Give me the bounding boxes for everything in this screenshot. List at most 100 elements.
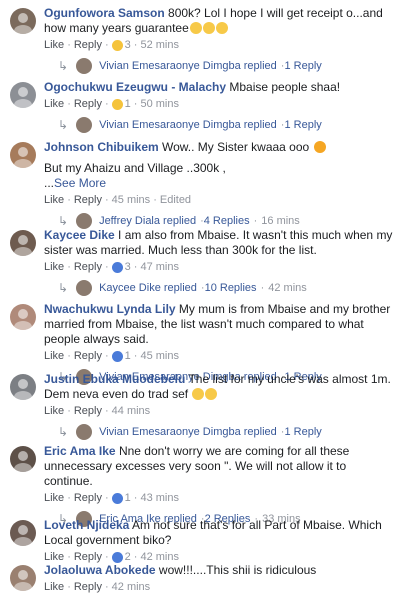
- timestamp[interactable]: 42 mins: [140, 550, 179, 564]
- reply-author[interactable]: Vivian Emesaraonye Dimgba replied: [99, 426, 277, 438]
- view-replies-link[interactable]: ↳ Jeffrey Diala replied · 4 Replies · 16 mins: [58, 213, 396, 229]
- reply-button[interactable]: Reply: [74, 193, 102, 207]
- timestamp[interactable]: 45 mins: [112, 193, 151, 207]
- haha-reaction-icon[interactable]: [111, 39, 123, 51]
- separator: ·: [133, 492, 138, 504]
- view-replies-link[interactable]: ↳ Vivian Emesaraonye Dimgba replied · 1 Rep…: [58, 58, 396, 74]
- separator: ·: [104, 551, 109, 563]
- reply-button[interactable]: Reply: [74, 349, 102, 363]
- reply-button[interactable]: Reply: [74, 491, 102, 505]
- reply-button[interactable]: Reply: [74, 38, 102, 52]
- separator: ·: [133, 551, 138, 563]
- timestamp[interactable]: 43 mins: [140, 491, 179, 505]
- laughing-emoji-icon: [205, 388, 218, 400]
- like-button[interactable]: Like: [44, 550, 64, 564]
- reply-button[interactable]: Reply: [74, 260, 102, 274]
- commenter-name[interactable]: Jolaoluwa Abokede: [44, 563, 156, 577]
- reply-count[interactable]: 1 Reply: [284, 60, 321, 72]
- reply-count[interactable]: 4 Replies: [204, 215, 250, 227]
- timestamp[interactable]: 50 mins: [140, 97, 179, 111]
- like-button[interactable]: Like: [44, 260, 64, 274]
- avatar[interactable]: [10, 565, 36, 591]
- reaction-count[interactable]: 1: [125, 349, 131, 363]
- haha-reaction-icon[interactable]: [111, 98, 123, 110]
- reply-button[interactable]: Reply: [74, 97, 102, 111]
- timestamp[interactable]: 45 mins: [140, 349, 179, 363]
- reply-author[interactable]: Kaycee Dike replied: [99, 282, 197, 294]
- commenter-name[interactable]: Ogunfowora Samson: [44, 6, 165, 20]
- like-button[interactable]: Like: [44, 404, 64, 418]
- reply-author[interactable]: Jeffrey Diala replied: [99, 215, 196, 227]
- like-button[interactable]: Like: [44, 580, 64, 594]
- view-replies-link[interactable]: ↳ Kaycee Dike replied · 10 Replies · 42 mins: [58, 280, 396, 296]
- avatar[interactable]: [10, 230, 36, 256]
- reaction-count[interactable]: 2: [125, 550, 131, 564]
- commenter-name[interactable]: Kaycee Dike: [44, 228, 115, 242]
- avatar[interactable]: [10, 142, 36, 168]
- reply-arrow-icon: ↳: [58, 425, 69, 439]
- separator: ·: [133, 39, 138, 51]
- comment-actions: Like · Reply · 42 mins: [44, 580, 396, 594]
- commenter-name[interactable]: Nwachukwu Lynda Lily: [44, 302, 176, 316]
- reaction-count[interactable]: 3: [125, 260, 131, 274]
- reply-button[interactable]: Reply: [74, 404, 102, 418]
- comment: Eric Ama Ike Nne don't worry we are comi…: [0, 444, 404, 527]
- separator: ·: [67, 492, 71, 504]
- timestamp[interactable]: 47 mins: [140, 260, 179, 274]
- separator: ·: [67, 581, 71, 593]
- like-button[interactable]: Like: [44, 349, 64, 363]
- avatar[interactable]: [10, 446, 36, 472]
- like-reaction-icon[interactable]: [111, 551, 123, 563]
- reply-count[interactable]: 10 Replies: [205, 282, 257, 294]
- reply-arrow-icon: ↳: [58, 118, 69, 132]
- view-replies-link[interactable]: ↳ Vivian Emesaraonye Dimgba replied · 1 Rep…: [58, 424, 396, 440]
- reaction-count[interactable]: 1: [125, 491, 131, 505]
- avatar[interactable]: [10, 304, 36, 330]
- reaction-count[interactable]: 3: [125, 38, 131, 52]
- timestamp[interactable]: 42 mins: [112, 580, 151, 594]
- laughing-emoji-icon: [192, 388, 205, 400]
- comment: Justin Ebuka Muodebelu The list for my u…: [0, 372, 404, 440]
- comment-text: Wow.. My Sister kwaaa ooo: [158, 140, 310, 154]
- like-reaction-icon[interactable]: [111, 492, 123, 504]
- comment-text: The list for my uncle's was almost 1m.: [185, 372, 391, 386]
- like-button[interactable]: Like: [44, 38, 64, 52]
- avatar[interactable]: [10, 8, 36, 34]
- like-reaction-icon[interactable]: [111, 350, 123, 362]
- like-button[interactable]: Like: [44, 97, 64, 111]
- commenter-name[interactable]: Eric Ama Ike: [44, 444, 116, 458]
- reply-count[interactable]: 1 Reply: [284, 426, 321, 438]
- reply-author[interactable]: Vivian Emesaraonye Dimgba replied: [99, 60, 277, 72]
- see-more-link[interactable]: See More: [54, 176, 106, 190]
- commenter-name[interactable]: Justin Ebuka Muodebelu: [44, 372, 185, 386]
- like-button[interactable]: Like: [44, 193, 64, 207]
- edited-label[interactable]: Edited: [160, 193, 191, 207]
- reply-author[interactable]: Vivian Emesaraonye Dimgba replied: [99, 119, 277, 131]
- timestamp[interactable]: 44 mins: [112, 404, 151, 418]
- view-replies-link[interactable]: ↳ Vivian Emesaraonye Dimgba replied · 1 Rep…: [58, 117, 396, 133]
- reply-button[interactable]: Reply: [74, 550, 102, 564]
- reply-time: 16 mins: [261, 215, 300, 227]
- avatar[interactable]: [10, 374, 36, 400]
- like-button[interactable]: Like: [44, 491, 64, 505]
- separator: ·: [67, 350, 71, 362]
- comment-actions: Like · Reply · 2 · 42 mins: [44, 550, 396, 564]
- comment-actions: Like · Reply · 1 · 43 mins: [44, 491, 396, 505]
- separator: ·: [104, 39, 109, 51]
- commenter-name[interactable]: Ogochukwu Ezeugwu - Malachy: [44, 80, 226, 94]
- timestamp[interactable]: 52 mins: [140, 38, 179, 52]
- comment: Jolaoluwa Abokede wow!!!....This shii is…: [0, 563, 404, 594]
- reaction-count[interactable]: 1: [125, 97, 131, 111]
- separator: ·: [67, 98, 71, 110]
- like-reaction-icon[interactable]: [111, 261, 123, 273]
- commenter-name[interactable]: Johnson Chibuikem: [44, 140, 159, 154]
- commenter-name[interactable]: Loveth Njideka: [44, 518, 129, 532]
- comment-body: Jolaoluwa Abokede wow!!!....This shii is…: [44, 563, 396, 578]
- comment-actions: Like · Reply · 1 · 50 mins: [44, 97, 396, 111]
- heart-eyes-emoji-icon: [313, 141, 326, 153]
- reply-button[interactable]: Reply: [74, 580, 102, 594]
- comment-body: Ogunfowora Samson 800k? Lol I hope I wil…: [44, 6, 396, 36]
- avatar[interactable]: [10, 520, 36, 546]
- reply-count[interactable]: 1 Reply: [284, 119, 321, 131]
- avatar[interactable]: [10, 82, 36, 108]
